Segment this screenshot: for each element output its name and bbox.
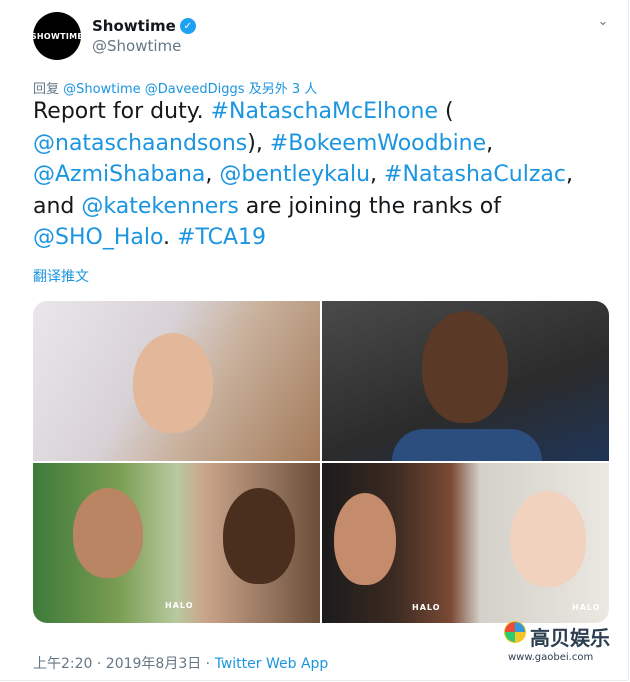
tweet-text: Report for duty. #NataschaMcElhone ( @nat…	[33, 96, 603, 254]
watermark-logo-segment	[505, 632, 515, 642]
photo-bokeem-woodbine[interactable]	[322, 301, 609, 461]
portrait-face	[133, 333, 213, 433]
hashtag-link[interactable]: #NatashaCulzac	[384, 162, 566, 187]
text-segment: Report for duty.	[33, 99, 211, 124]
portrait-face	[334, 493, 396, 585]
photo-natasha-kate[interactable]: HALO HALO	[322, 463, 609, 623]
text-segment: ,	[486, 130, 494, 156]
hashtag-link[interactable]: #TCA19	[177, 225, 266, 250]
mention-link[interactable]: @SHO_Halo	[33, 225, 163, 250]
avatar[interactable]: SHOWTIME	[30, 12, 84, 60]
text-segment: ),	[247, 130, 270, 156]
mention-link[interactable]: @AzmiShabana	[33, 162, 205, 187]
photo-grid: HALO HALO HALO	[33, 301, 609, 623]
timestamp[interactable]: 上午2:20 · 2019年8月3日 ·	[33, 656, 215, 672]
reply-users-link[interactable]: @Showtime @DaveedDiggs	[63, 82, 244, 97]
halo-logo: HALO	[412, 603, 441, 612]
tweet-card: SHOWTIME Showtime ✓ @Showtime ⌄ 回复 @Show…	[0, 0, 629, 681]
watermark-url: www.gaobei.com	[508, 652, 594, 663]
source-link[interactable]: Twitter Web App	[215, 656, 329, 672]
text-segment: are joining the ranks of	[238, 193, 501, 219]
watermark-name: 高贝娱乐	[530, 626, 610, 650]
reply-context: 回复 @Showtime @DaveedDiggs 及另外 3 人	[33, 78, 317, 97]
portrait-suit	[392, 429, 542, 461]
translate-tweet-link[interactable]: 翻译推文	[33, 266, 89, 286]
halo-logo: HALO	[165, 601, 194, 610]
hashtag-link[interactable]: #NataschaMcElhone	[211, 99, 438, 124]
watermark-logo-segment	[505, 622, 515, 632]
hashtag-link[interactable]: #BokeemWoodbine	[270, 131, 486, 156]
reply-others-link[interactable]: 及另外 3 人	[249, 82, 318, 97]
reply-prefix: 回复	[33, 82, 60, 97]
avatar-logo-text: SHOWTIME	[30, 31, 84, 41]
portrait-face	[510, 491, 586, 587]
mention-link[interactable]: @bentleykalu	[219, 162, 370, 187]
watermark-logo-segment	[515, 622, 525, 632]
mention-link[interactable]: @nataschaandsons	[33, 131, 247, 156]
author-handle[interactable]: @Showtime	[92, 37, 181, 55]
verified-badge-icon: ✓	[179, 18, 196, 34]
halo-logo: HALO	[572, 603, 601, 612]
display-name[interactable]: Showtime	[92, 17, 176, 35]
author-name-row[interactable]: Showtime ✓	[92, 17, 196, 35]
portrait-face	[422, 311, 508, 423]
text-segment: (	[438, 99, 454, 124]
portrait-face	[223, 488, 295, 584]
chevron-down-icon[interactable]: ⌄	[594, 14, 612, 32]
text-segment: .	[163, 225, 178, 250]
photo-natascha-mcelhone[interactable]	[33, 301, 320, 461]
mention-link[interactable]: @katekenners	[81, 194, 238, 219]
photo-azmi-bentley[interactable]: HALO	[33, 463, 320, 623]
text-segment: ,	[205, 162, 220, 187]
text-segment: ,	[370, 162, 385, 187]
portrait-face	[73, 488, 143, 578]
tweet-meta: 上午2:20 · 2019年8月3日 · Twitter Web App	[33, 653, 328, 673]
